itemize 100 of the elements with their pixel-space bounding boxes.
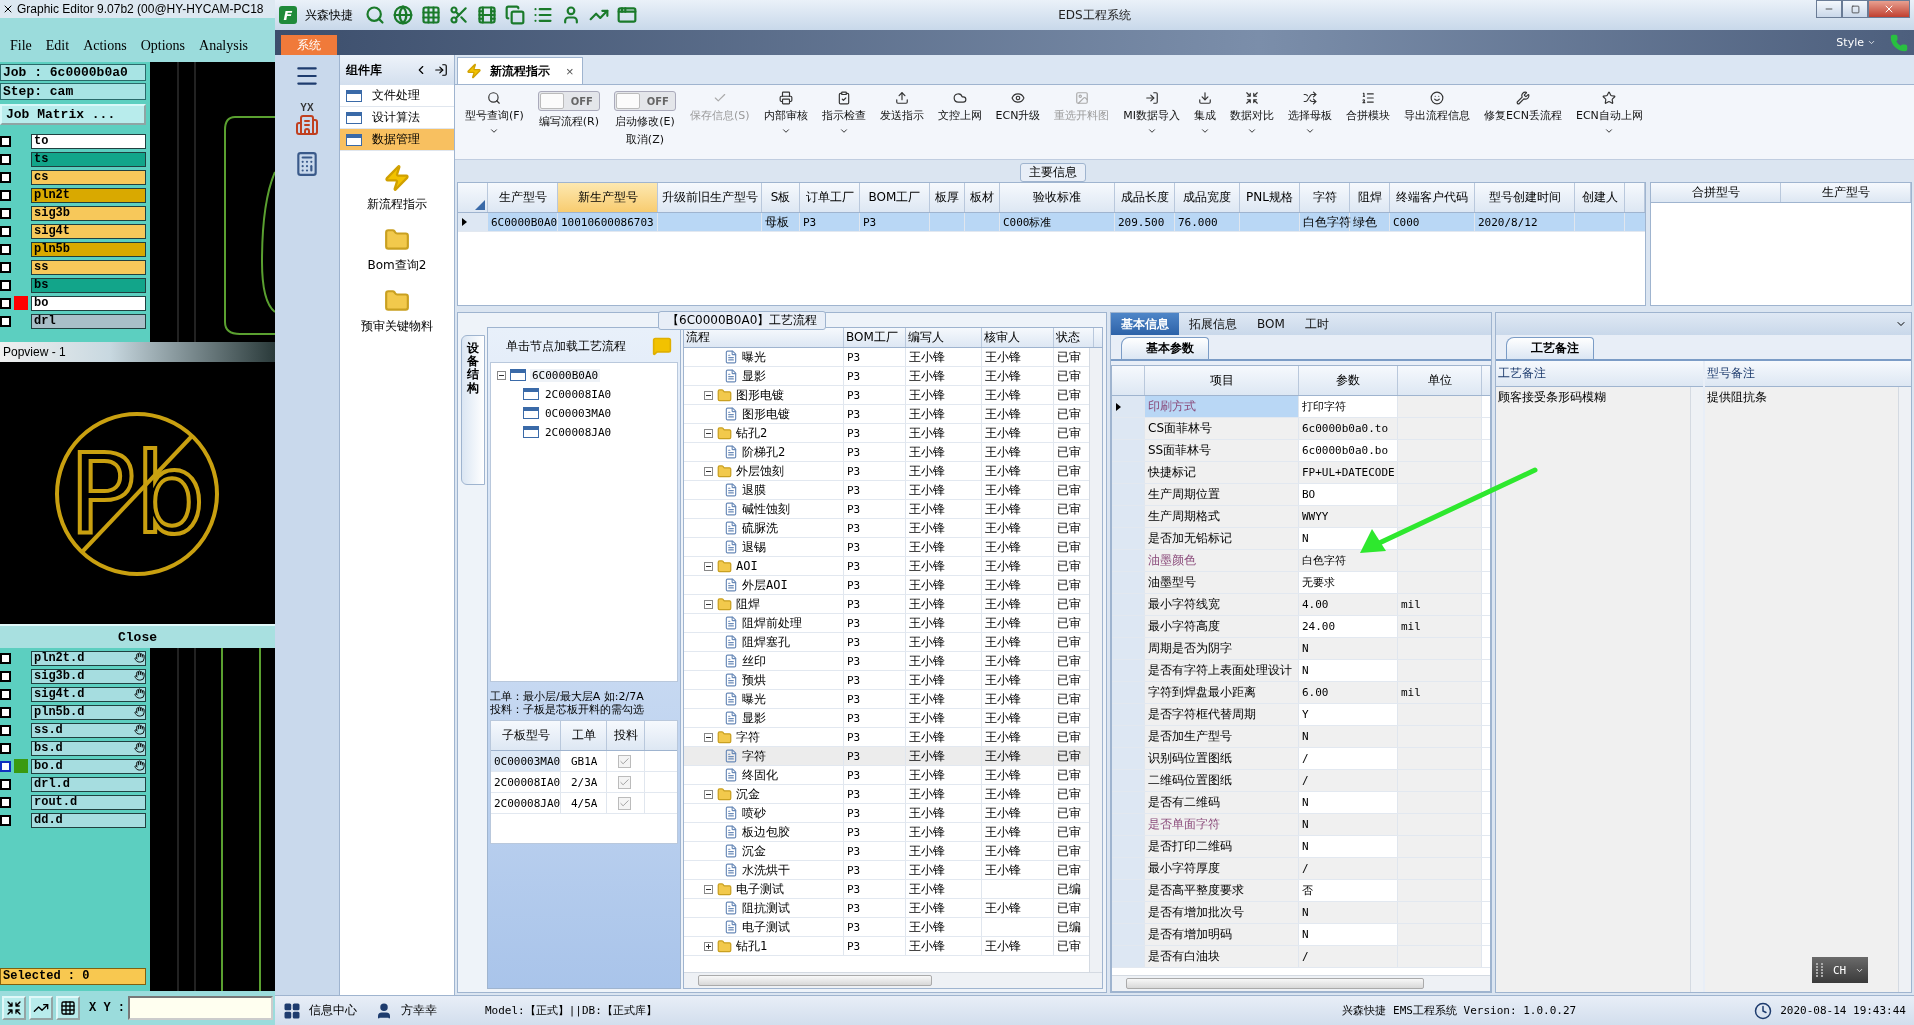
toolbar-button[interactable]: 指示检查 — [815, 89, 872, 141]
toolbar-button[interactable]: MI数据导入 — [1117, 89, 1187, 141]
info-center-link[interactable]: 信息中心 — [309, 1002, 357, 1019]
table-row[interactable]: 图形电镀 P3 王小锋 王小锋 已审 — [684, 386, 1089, 405]
toggle-switch[interactable]: OFF — [613, 91, 676, 111]
coordinate-field[interactable] — [128, 996, 273, 1020]
layer-item[interactable]: sig4t — [31, 223, 146, 239]
table-row[interactable]: 阶梯孔2 P3 王小锋 王小锋 已审 — [684, 443, 1089, 462]
layer-item[interactable]: drl — [31, 313, 146, 329]
close-tab-button[interactable]: × — [558, 63, 574, 79]
layer-item[interactable]: bo.d — [31, 758, 146, 774]
tree-node[interactable]: 阻抗测试 — [742, 899, 790, 917]
collapse-icon[interactable] — [704, 599, 713, 609]
collapse-icon[interactable] — [704, 390, 713, 400]
layer-item[interactable]: pln2t.d — [31, 650, 146, 666]
tree-node[interactable]: 显影 — [742, 367, 766, 385]
table-row[interactable]: 丝印 P3 王小锋 王小锋 已审 — [684, 652, 1089, 671]
column-header[interactable]: 编写人 — [906, 328, 982, 347]
toolbar-button[interactable]: ECN自动上网 — [1569, 89, 1649, 141]
table-row[interactable]: 图形电镀 P3 王小锋 王小锋 已审 — [684, 405, 1089, 424]
layer-item[interactable]: sig3b.d — [31, 668, 146, 684]
zoom-tool-button[interactable] — [2, 996, 26, 1020]
table-row[interactable]: 外层AOI P3 王小锋 王小锋 已审 — [684, 576, 1089, 595]
scrollbar[interactable] — [1089, 348, 1102, 972]
scrollbar[interactable] — [684, 972, 1102, 988]
layer-item[interactable]: bs — [31, 277, 146, 293]
tree-node[interactable]: 碱性蚀刻 — [742, 500, 790, 518]
checkbox[interactable] — [0, 760, 11, 772]
checkbox[interactable] — [0, 225, 11, 237]
column-header[interactable]: 阻焊 — [1350, 183, 1390, 212]
checkbox[interactable] — [0, 207, 11, 219]
column-header[interactable]: 成品长度 — [1115, 183, 1175, 212]
checkbox[interactable] — [0, 706, 11, 718]
table-cell[interactable]: 2C00008JA0 — [491, 793, 561, 813]
table-row[interactable]: 沉金 P3 王小锋 王小锋 已审 — [684, 842, 1089, 861]
job-matrix-button[interactable]: Job Matrix ... — [0, 104, 146, 125]
toolbar-button[interactable]: 集成 — [1188, 89, 1223, 141]
table-row[interactable]: 终固化 P3 王小锋 王小锋 已审 — [684, 766, 1089, 785]
checkbox[interactable] — [0, 778, 11, 790]
remark-text[interactable]: 顾客接受条形码模糊 — [1496, 387, 1690, 992]
checkbox[interactable] — [0, 135, 11, 147]
scrollbar[interactable] — [1112, 975, 1490, 991]
column-header[interactable]: S板 — [762, 183, 800, 212]
layer-item[interactable]: bo — [31, 295, 146, 311]
column-header[interactable]: 核审人 — [982, 328, 1054, 347]
scrollbar[interactable] — [1898, 387, 1911, 992]
tree-node[interactable]: 沉金 — [742, 842, 766, 860]
checkbox[interactable] — [618, 775, 631, 789]
column-header[interactable]: 流程 — [684, 328, 844, 347]
column-header[interactable]: 工单 — [561, 721, 607, 750]
checkbox[interactable] — [0, 670, 11, 682]
collapse-icon[interactable] — [704, 466, 713, 476]
layer-item[interactable]: sig4t.d — [31, 686, 146, 702]
column-header[interactable]: 状态 — [1054, 328, 1094, 347]
table-row[interactable]: 沉金 P3 王小锋 王小锋 已审 — [684, 785, 1089, 804]
layer-item[interactable]: drl.d — [31, 776, 146, 792]
table-row[interactable]: 钻孔1 P3 王小锋 王小锋 已审 — [684, 937, 1089, 956]
layer-item[interactable]: ss — [31, 259, 146, 275]
person-icon[interactable] — [561, 5, 581, 25]
layer-item[interactable]: pln5b.d — [31, 704, 146, 720]
tree-node[interactable]: 阻焊塞孔 — [742, 633, 790, 651]
table-row[interactable]: 曝光 P3 王小锋 王小锋 已审 — [684, 690, 1089, 709]
collapse-icon[interactable] — [497, 370, 506, 380]
language-indicator[interactable]: CH — [1812, 957, 1868, 983]
collapse-icon[interactable] — [704, 884, 713, 894]
table-cell[interactable]: 0C00003MA0 — [491, 751, 561, 771]
tree-node[interactable]: 图形电镀 — [736, 386, 784, 404]
column-header[interactable]: 合拼型号 — [1651, 183, 1781, 202]
film-icon[interactable] — [477, 5, 497, 25]
tree-node[interactable]: 曝光 — [742, 690, 766, 708]
list-icon[interactable] — [533, 5, 553, 25]
tree-node[interactable]: 曝光 — [742, 348, 766, 366]
tree-node[interactable]: 预烘 — [742, 671, 766, 689]
table-row[interactable]: 字符 P3 王小锋 王小锋 已审 — [684, 747, 1089, 766]
expand-icon[interactable] — [704, 941, 713, 951]
column-header[interactable]: BOM工厂 — [844, 328, 906, 347]
tab[interactable]: 基本信息 — [1111, 313, 1179, 335]
scissors-icon[interactable] — [449, 5, 469, 25]
style-dropdown[interactable]: Style — [1830, 35, 1882, 50]
layer-item[interactable]: sig3b — [31, 205, 146, 221]
grid-tool-button[interactable] — [56, 996, 80, 1020]
checkbox[interactable] — [0, 279, 11, 291]
checkbox[interactable] — [0, 724, 11, 736]
checkbox[interactable] — [0, 814, 11, 826]
tree-node[interactable]: 丝印 — [742, 652, 766, 670]
table-icon[interactable] — [421, 5, 441, 25]
tree-node[interactable]: 电子测试 — [742, 918, 790, 936]
menu-item[interactable]: File — [10, 38, 32, 54]
close-button[interactable] — [1868, 0, 1910, 18]
collapse-icon[interactable] — [704, 561, 713, 571]
layer-item[interactable]: bs.d — [31, 740, 146, 756]
window-icon[interactable] — [617, 5, 637, 25]
checkbox[interactable] — [0, 243, 11, 255]
column-header[interactable]: 新生产型号 — [558, 183, 658, 212]
table-row[interactable]: 钻孔2 P3 王小锋 王小锋 已审 — [684, 424, 1089, 443]
library-tool[interactable]: 预审关键物料 — [340, 287, 454, 336]
collapse-icon[interactable] — [704, 732, 713, 742]
table-row[interactable]: 退膜 P3 王小锋 王小锋 已审 — [684, 481, 1089, 500]
table-row[interactable]: 显影 P3 王小锋 王小锋 已审 — [684, 367, 1089, 386]
checkbox[interactable] — [0, 189, 11, 201]
